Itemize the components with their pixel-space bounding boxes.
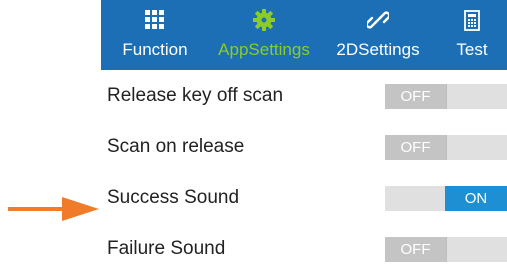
tab-appsettings[interactable]: AppSettings: [209, 0, 319, 70]
success-sound-toggle[interactable]: ON: [385, 186, 507, 211]
tab-function-label: Function: [122, 40, 188, 59]
tab-bar: Function AppSettings 2DSettings Test: [101, 0, 507, 70]
failure-sound-toggle[interactable]: OFF: [385, 237, 507, 262]
tab-appsettings-label: AppSettings: [218, 40, 310, 59]
setting-label: Failure Sound: [107, 238, 226, 259]
tab-test-label: Test: [456, 40, 488, 59]
setting-failure-sound: Failure Sound OFF: [101, 223, 507, 274]
tab-2dsettings-label: 2DSettings: [336, 40, 420, 59]
calculator-icon: [464, 9, 480, 31]
gear-icon: [253, 9, 275, 31]
app-screen: Function AppSettings 2DSettings Test Rel…: [101, 0, 507, 277]
settings-list: Release key off scan OFF Scan on release…: [101, 70, 507, 274]
setting-label: Release key off scan: [107, 85, 284, 106]
toggle-state: OFF: [385, 135, 447, 160]
toggle-state: OFF: [385, 84, 447, 109]
pointer-arrow-icon: [8, 197, 99, 221]
setting-label: Success Sound: [107, 187, 240, 208]
setting-release-key-off-scan: Release key off scan OFF: [101, 70, 507, 121]
setting-success-sound: Success Sound ON: [101, 172, 507, 223]
grid-icon: [145, 9, 165, 31]
toggle-state: OFF: [385, 237, 447, 262]
tab-2dsettings[interactable]: 2DSettings: [319, 0, 437, 70]
link-icon: [367, 9, 389, 31]
toggle-state: ON: [445, 186, 507, 211]
setting-scan-on-release: Scan on release OFF: [101, 121, 507, 172]
setting-label: Scan on release: [107, 136, 245, 157]
tab-function[interactable]: Function: [101, 0, 209, 70]
release-key-off-scan-toggle[interactable]: OFF: [385, 84, 507, 109]
scan-on-release-toggle[interactable]: OFF: [385, 135, 507, 160]
tab-test[interactable]: Test: [437, 0, 507, 70]
